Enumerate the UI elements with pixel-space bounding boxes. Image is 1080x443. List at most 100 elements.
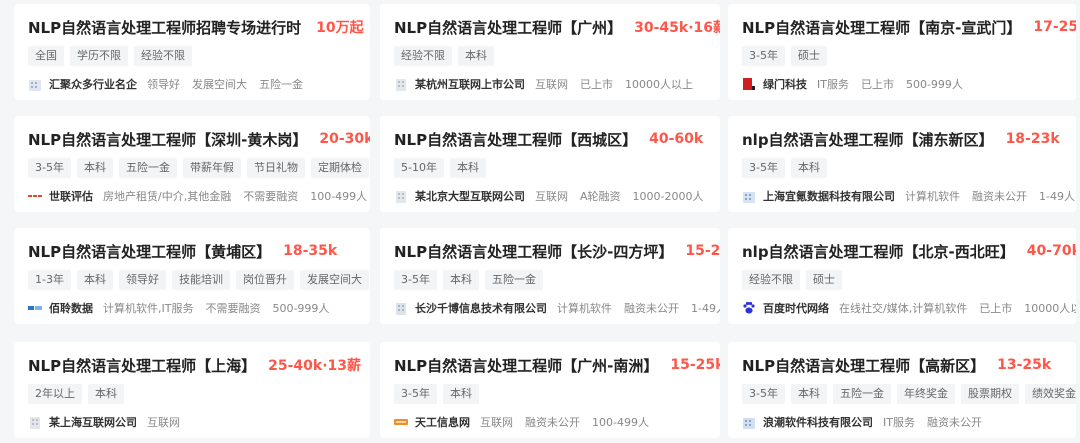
job-title[interactable]: NLP自然语言处理工程师【南京-宣武门】 xyxy=(742,17,1021,38)
company-logo-icon xyxy=(394,419,408,425)
company-name[interactable]: 佰聆数据 xyxy=(49,300,93,316)
company-row: 世联评估 房地产租赁/中介,其他金融 不需要融资 100-499人 xyxy=(28,187,367,205)
job-title[interactable]: NLP自然语言处理工程师【长沙-四方坪】 xyxy=(394,241,673,262)
salary: 13-25k xyxy=(997,357,1052,373)
tag: 3-5年 xyxy=(742,384,785,404)
company-info: 互联网 xyxy=(535,190,568,203)
tag-list: 3-5年 硕士 xyxy=(742,46,1062,66)
tag: 3-5年 xyxy=(742,158,785,178)
tag-list: 2年以上 本科 xyxy=(28,384,356,404)
company-info: 10000人以上 xyxy=(625,78,693,91)
job-card[interactable]: nlp自然语言处理工程师【浦东新区】 18-23k 3-5年 本科 上海宜氪数据… xyxy=(728,116,1076,212)
company-info: 100-499人 xyxy=(592,416,649,429)
salary: 40-70k xyxy=(1026,243,1076,259)
job-card[interactable]: NLP自然语言处理工程师【西城区】 40-60k 5-10年 本科 某北京大型互… xyxy=(380,116,720,212)
job-title[interactable]: nlp自然语言处理工程师【北京-西北旺】 xyxy=(742,241,1015,262)
tag-list: 1-3年 本科 领导好 技能培训 岗位晋升 发展空间大 xyxy=(28,270,369,290)
company-info: 融资未公开 xyxy=(525,416,580,429)
company-name[interactable]: 上海宜氪数据科技有限公司 xyxy=(763,188,895,204)
company-logo-icon xyxy=(28,195,42,197)
building-logo-icon xyxy=(396,79,406,91)
job-title[interactable]: NLP自然语言处理工程师【黄埔区】 xyxy=(28,241,271,262)
tag-list: 3-5年 本科 五险一金 xyxy=(394,270,706,290)
company-row: 某杭州互联网上市公司 互联网 已上市 10000人以上 xyxy=(394,75,706,93)
job-title[interactable]: NLP自然语言处理工程师【上海】 xyxy=(28,355,256,376)
company-row: 绿门科技 IT服务 已上市 500-999人 xyxy=(742,75,1062,93)
company-info: 1000-2000人 xyxy=(632,190,704,203)
tag: 领导好 xyxy=(118,270,166,290)
company-info: 五险一金 xyxy=(259,78,303,91)
tag: 全国 xyxy=(28,46,64,66)
tag: 技能培训 xyxy=(171,270,230,290)
title-row: NLP自然语言处理工程师【广州】 30-45k·16薪 xyxy=(394,16,720,38)
tag: 经验不限 xyxy=(394,46,452,66)
job-card[interactable]: NLP自然语言处理工程师【广州】 30-45k·16薪 经验不限 本科 某杭州互… xyxy=(380,4,720,100)
tag: 股票期权 xyxy=(960,384,1019,404)
job-card[interactable]: NLP自然语言处理工程师【上海】 25-40k·13薪 2年以上 本科 某上海互… xyxy=(14,342,370,438)
building-logo-icon xyxy=(396,303,406,315)
company-info: 互联网 xyxy=(535,78,568,91)
company-name[interactable]: 天工信息网 xyxy=(415,414,470,430)
company-info: 500-999人 xyxy=(272,302,330,315)
company-name[interactable]: 世联评估 xyxy=(49,188,93,204)
tag: 五险一金 xyxy=(118,158,177,178)
company-info: 计算机软件 xyxy=(905,190,960,203)
title-row: nlp自然语言处理工程师【北京-西北旺】 40-70k xyxy=(742,240,1076,262)
company-row: 某北京大型互联网公司 互联网 A轮融资 1000-2000人 xyxy=(394,187,706,205)
job-title[interactable]: NLP自然语言处理工程师【广州】 xyxy=(394,17,622,38)
title-row: NLP自然语言处理工程师【广州-南洲】 15-25k xyxy=(394,354,720,376)
tag: 3-5年 xyxy=(394,384,437,404)
tag: 本科 xyxy=(442,384,479,404)
job-title[interactable]: NLP自然语言处理工程师【深圳-黄木岗】 xyxy=(28,129,307,150)
tag-list: 3-5年 本科 xyxy=(742,158,1062,178)
job-card[interactable]: NLP自然语言处理工程师【南京-宣武门】 17-25k 3-5年 硕士 绿门科技… xyxy=(728,4,1076,100)
company-info: 1-49人 xyxy=(691,302,720,315)
company-name[interactable]: 某上海互联网公司 xyxy=(49,414,137,430)
company-info: A轮融资 xyxy=(580,190,621,203)
company-logo-icon xyxy=(743,78,755,90)
company-name[interactable]: 绿门科技 xyxy=(763,76,807,92)
salary: 15-20k xyxy=(685,243,720,259)
job-card[interactable]: NLP自然语言处理工程师【黄埔区】 18-35k 1-3年 本科 领导好 技能培… xyxy=(14,228,370,324)
job-title[interactable]: NLP自然语言处理工程师【高新区】 xyxy=(742,355,985,376)
job-card[interactable]: nlp自然语言处理工程师【北京-西北旺】 40-70k 经验不限 硕士 百度时代… xyxy=(728,228,1076,324)
company-name[interactable]: 某北京大型互联网公司 xyxy=(415,188,525,204)
job-card[interactable]: NLP自然语言处理工程师【深圳-黄木岗】 20-30k 3-5年 本科 五险一金… xyxy=(14,116,370,212)
tag: 本科 xyxy=(442,270,479,290)
job-card-grid: NLP自然语言处理工程师招聘专场进行时 10万起 全国 学历不限 经验不限 汇聚… xyxy=(0,0,1080,443)
title-row: NLP自然语言处理工程师【深圳-黄木岗】 20-30k xyxy=(28,128,370,150)
salary: 10万起 xyxy=(316,20,364,36)
tag: 3-5年 xyxy=(28,158,71,178)
tag: 硕士 xyxy=(790,46,827,66)
title-row: NLP自然语言处理工程师【高新区】 13-25k xyxy=(742,354,1062,376)
company-info: IT服务 xyxy=(817,78,849,91)
salary: 30-45k·16薪 xyxy=(634,20,720,36)
company-name[interactable]: 某杭州互联网上市公司 xyxy=(415,76,525,92)
salary: 18-23k xyxy=(1005,131,1060,147)
company-logo-icon xyxy=(28,306,42,310)
company-name[interactable]: 长沙千博信息技术有限公司 xyxy=(415,300,547,316)
tag-list: 3-5年 本科 五险一金 年终奖金 股票期权 绩效奖金 xyxy=(742,384,1076,404)
job-card[interactable]: NLP自然语言处理工程师【广州-南洲】 15-25k 3-5年 本科 天工信息网… xyxy=(380,342,720,438)
company-name[interactable]: 百度时代网络 xyxy=(763,300,829,316)
title-row: NLP自然语言处理工程师【西城区】 40-60k xyxy=(394,128,706,150)
tag: 本科 xyxy=(76,270,113,290)
building-logo-icon xyxy=(396,191,406,203)
company-name[interactable]: 汇聚众多行业名企 xyxy=(49,76,137,92)
job-title[interactable]: NLP自然语言处理工程师招聘专场进行时 xyxy=(28,17,301,38)
company-info: 计算机软件 xyxy=(557,302,612,315)
job-card[interactable]: NLP自然语言处理工程师【高新区】 13-25k 3-5年 本科 五险一金 年终… xyxy=(728,342,1076,438)
tag: 3-5年 xyxy=(394,270,437,290)
company-info: 100-499人 xyxy=(310,190,368,203)
tag: 本科 xyxy=(790,158,827,178)
job-card[interactable]: NLP自然语言处理工程师招聘专场进行时 10万起 全国 学历不限 经验不限 汇聚… xyxy=(14,4,370,100)
job-card[interactable]: NLP自然语言处理工程师【长沙-四方坪】 15-20k 3-5年 本科 五险一金… xyxy=(380,228,720,324)
tag: 五险一金 xyxy=(832,384,891,404)
job-title[interactable]: NLP自然语言处理工程师【西城区】 xyxy=(394,129,637,150)
company-info: 已上市 xyxy=(860,78,894,91)
building-logo-icon xyxy=(743,192,755,203)
job-title[interactable]: NLP自然语言处理工程师【广州-南洲】 xyxy=(394,355,658,376)
tag: 经验不限 xyxy=(742,270,800,290)
company-name[interactable]: 浪潮软件科技有限公司 xyxy=(763,414,873,430)
job-title[interactable]: nlp自然语言处理工程师【浦东新区】 xyxy=(742,129,994,150)
